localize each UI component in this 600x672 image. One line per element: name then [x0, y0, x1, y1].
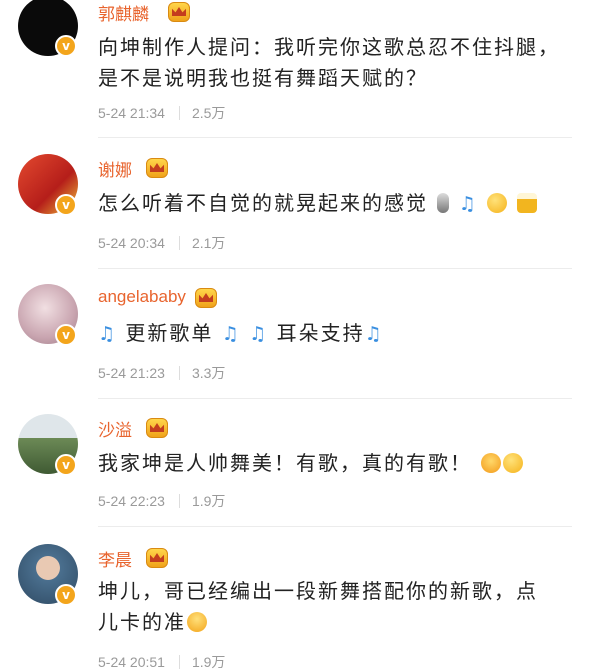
comment-text-row: 坤儿，哥已经编出一段新舞搭配你的新歌，点儿卡的准 [98, 576, 553, 638]
commenter-name[interactable]: 李晨 [98, 546, 132, 571]
comment-text: 怎么听着不自觉的就晃起来的感觉 [98, 191, 428, 215]
beer-emoji-icon [517, 193, 538, 213]
comment-item: v 郭麒麟 向坤制作人提问：我听完你这歌总忍不住抖腿，是不是说明我也挺有舞蹈天赋… [0, 0, 600, 140]
comment-item: v 李晨 坤儿，哥已经编出一段新舞搭配你的新歌，点儿卡的准 5-24 20:51… [0, 530, 600, 672]
commenter-name[interactable]: 郭麒麟 [98, 0, 149, 25]
crown-icon [146, 548, 168, 568]
music-note-icon: ♫ [221, 323, 241, 345]
microphone-emoji-icon [437, 193, 450, 213]
like-count[interactable]: 2.1万 [192, 235, 225, 251]
meta-divider [178, 236, 180, 250]
comment-text-row: 我家坤是人帅舞美！有歌，真的有歌！ [98, 448, 568, 479]
comment-text: 我家坤是人帅舞美！有歌，真的有歌！ [98, 451, 472, 475]
like-count[interactable]: 3.3万 [192, 365, 225, 381]
divider [98, 137, 572, 138]
meta-divider [178, 366, 180, 380]
like-count[interactable]: 2.5万 [192, 105, 225, 121]
comment-item: v 沙溢 我家坤是人帅舞美！有歌，真的有歌！ 5-24 22:23 1.9万 [0, 400, 600, 530]
comment-text: 耳朵支持 [276, 321, 365, 345]
laugh-emoji-icon [481, 453, 502, 473]
comment-meta: 5-24 21:34 2.5万 [98, 103, 225, 123]
comment-text: 向坤制作人提问：我听完你这歌总忍不住抖腿，是不是说明我也挺有舞蹈天赋的？ [98, 35, 560, 90]
comment-meta: 5-24 21:23 3.3万 [98, 363, 225, 383]
comment-meta: 5-24 22:23 1.9万 [98, 491, 225, 511]
commenter-name[interactable]: 谢娜 [98, 156, 132, 181]
comment-time: 5-24 22:23 [98, 493, 165, 509]
comment-item: v 谢娜 怎么听着不自觉的就晃起来的感觉 ♫ 5-24 20:34 2.1万 [0, 140, 600, 270]
music-note-icon: ♫ [249, 323, 269, 345]
crown-icon [146, 418, 168, 438]
meta-divider [178, 106, 180, 120]
divider [98, 398, 572, 399]
comment-text-row: 怎么听着不自觉的就晃起来的感觉 ♫ [98, 188, 568, 220]
crown-icon [146, 158, 168, 178]
music-note-icon: ♫ [458, 193, 478, 215]
tongue-emoji-icon [503, 453, 524, 473]
commenter-name[interactable]: angelababy [98, 287, 186, 307]
verified-badge-icon: v [55, 35, 77, 57]
comment-time: 5-24 21:23 [98, 365, 165, 381]
commenter-name[interactable]: 沙溢 [98, 416, 132, 441]
crown-icon [168, 2, 190, 22]
comment-meta: 5-24 20:34 2.1万 [98, 233, 225, 253]
comment-text: 坤儿，哥已经编出一段新舞搭配你的新歌，点儿卡的准 [98, 579, 538, 634]
comment-item: v angelababy ♫ 更新歌单 ♫ ♫ 耳朵支持♫ 5-24 21:23… [0, 270, 600, 400]
meta-divider [178, 494, 180, 508]
divider [98, 526, 572, 527]
verified-badge-icon: v [55, 584, 77, 606]
meta-divider [178, 655, 180, 669]
like-count[interactable]: 1.9万 [192, 493, 225, 509]
comment-time: 5-24 20:34 [98, 235, 165, 251]
comment-meta: 5-24 20:51 1.9万 [98, 652, 225, 672]
comment-time: 5-24 21:34 [98, 105, 165, 121]
smile-emoji-icon [487, 193, 508, 213]
comment-text-row: ♫ 更新歌单 ♫ ♫ 耳朵支持♫ [98, 318, 568, 350]
comment-text: 更新歌单 [125, 321, 214, 345]
verified-badge-icon: v [55, 324, 77, 346]
like-count[interactable]: 1.9万 [192, 654, 225, 670]
comment-time: 5-24 20:51 [98, 654, 165, 670]
music-note-icon: ♫ [364, 323, 384, 345]
verified-badge-icon: v [55, 194, 77, 216]
sunglasses-emoji-icon [187, 612, 207, 632]
verified-badge-icon: v [55, 454, 77, 476]
music-note-icon: ♫ [98, 323, 118, 345]
divider [98, 268, 572, 269]
crown-icon [195, 288, 217, 308]
